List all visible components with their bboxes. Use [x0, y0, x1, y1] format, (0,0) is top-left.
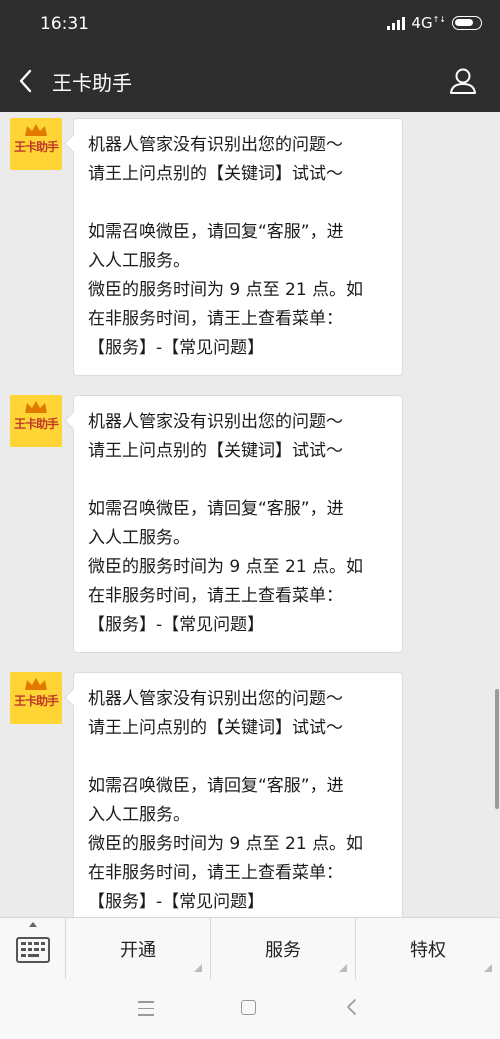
network-indicator: 4G↑↓ — [411, 14, 446, 32]
crown-icon — [25, 401, 47, 413]
keyboard-toggle-button[interactable] — [0, 918, 66, 980]
message-line: 【服务】-【常见问题】 — [88, 892, 265, 912]
crown-icon — [25, 678, 47, 690]
message-line: 入人工服务。 — [88, 251, 190, 271]
message-line: 机器人管家没有识别出您的问题～ — [88, 689, 343, 709]
menu-item-label: 开通 — [120, 940, 156, 961]
message-bubble[interactable]: 机器人管家没有识别出您的问题～ 请王上问点别的【关键词】试试～ 如需召唤微臣，请… — [73, 672, 403, 917]
chevron-left-icon — [19, 69, 32, 93]
message-line: 在非服务时间，请王上查看菜单： — [88, 309, 343, 329]
crown-icon — [25, 124, 47, 136]
back-button[interactable] — [14, 65, 42, 97]
message-line: 【服务】-【常见问题】 — [88, 615, 265, 635]
message-bubble[interactable]: 机器人管家没有识别出您的问题～ 请王上问点别的【关键词】试试～ 如需召唤微臣，请… — [73, 395, 403, 653]
menu-item-label: 特权 — [410, 940, 446, 961]
message-line: 请王上问点别的【关键词】试试～ — [88, 441, 343, 461]
back-icon[interactable] — [344, 997, 360, 1017]
user-icon — [450, 68, 476, 94]
menu-icon[interactable] — [138, 1001, 154, 1021]
message-line: 如需召唤微臣，请回复“客服”，进 — [88, 222, 344, 242]
message-line: 在非服务时间，请王上查看菜单： — [88, 863, 343, 883]
signal-icon — [387, 16, 406, 30]
scrollbar[interactable] — [495, 689, 499, 809]
system-nav-bar — [0, 979, 500, 1039]
title-bar: 王卡助手 — [0, 50, 500, 112]
profile-button[interactable] — [448, 65, 478, 97]
submenu-corner-icon — [484, 964, 492, 972]
message-line: 微臣的服务时间为 9 点至 21 点。如 — [88, 557, 364, 577]
menu-item-privilege[interactable]: 特权 — [356, 918, 500, 980]
bot-avatar[interactable]: 王卡助手 — [10, 395, 62, 447]
status-icons: 4G↑↓ — [387, 14, 482, 32]
battery-icon — [452, 16, 482, 30]
keyboard-icon — [16, 937, 50, 963]
message-line: 请王上问点别的【关键词】试试～ — [88, 164, 343, 184]
submenu-corner-icon — [339, 964, 347, 972]
message-line: 机器人管家没有识别出您的问题～ — [88, 135, 343, 155]
message-line: 入人工服务。 — [88, 528, 190, 548]
network-type: 4G — [411, 14, 433, 32]
avatar-logo-text: 王卡助手 — [13, 694, 59, 708]
message-line: 如需召唤微臣，请回复“客服”，进 — [88, 776, 344, 796]
message-bubble[interactable]: 机器人管家没有识别出您的问题～ 请王上问点别的【关键词】试试～ 如需召唤微臣，请… — [73, 118, 403, 376]
status-time: 16:31 — [40, 14, 89, 34]
menu-bar: 开通 服务 特权 — [0, 917, 500, 980]
page-title: 王卡助手 — [52, 71, 132, 95]
submenu-corner-icon — [194, 964, 202, 972]
message-line: 机器人管家没有识别出您的问题～ — [88, 412, 343, 432]
menu-item-label: 服务 — [265, 940, 301, 961]
message-line: 在非服务时间，请王上查看菜单： — [88, 586, 343, 606]
menu-item-open[interactable]: 开通 — [66, 918, 211, 980]
message-line: 请王上问点别的【关键词】试试～ — [88, 718, 343, 738]
avatar-logo-text: 王卡助手 — [13, 140, 59, 154]
avatar-logo-text: 王卡助手 — [13, 417, 59, 431]
chat-area[interactable]: 王卡助手 机器人管家没有识别出您的问题～ 请王上问点别的【关键词】试试～ 如需召… — [0, 112, 500, 917]
message-line: 微臣的服务时间为 9 点至 21 点。如 — [88, 280, 364, 300]
menu-item-service[interactable]: 服务 — [211, 918, 356, 980]
message-line: 【服务】-【常见问题】 — [88, 338, 265, 358]
bot-avatar[interactable]: 王卡助手 — [10, 118, 62, 170]
message-line: 微臣的服务时间为 9 点至 21 点。如 — [88, 834, 364, 854]
network-activity: ↑↓ — [432, 15, 446, 24]
message-line: 入人工服务。 — [88, 805, 190, 825]
bot-avatar[interactable]: 王卡助手 — [10, 672, 62, 724]
status-bar: 16:31 4G↑↓ — [0, 0, 500, 50]
caret-up-icon — [29, 922, 37, 927]
home-icon[interactable] — [241, 1000, 256, 1015]
message-line: 如需召唤微臣，请回复“客服”，进 — [88, 499, 344, 519]
